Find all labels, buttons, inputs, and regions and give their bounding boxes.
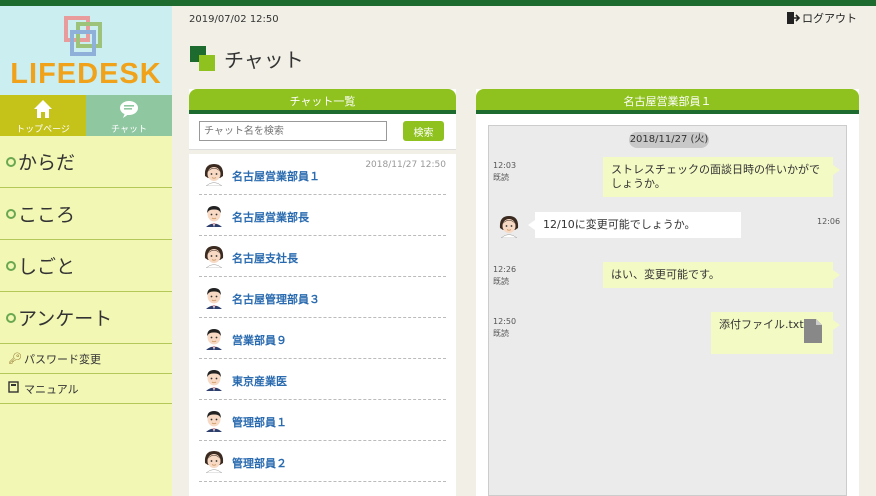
menu-item-password-change[interactable]: 🔑︎ パスワード変更 (0, 344, 172, 374)
chat-detail-header: 名古屋営業部員１ (476, 89, 859, 114)
message-area[interactable]: 2018/11/27 (火) 12:03 既読 ストレスチェックの面談日時の件い… (488, 125, 847, 496)
sub-item-label: パスワード変更 (24, 352, 101, 366)
chat-search-input[interactable] (199, 121, 387, 141)
book-icon (8, 381, 22, 396)
tab-top-page-label: トップページ (16, 125, 70, 135)
message-read-status: 既読 (493, 173, 509, 182)
chat-list: 名古屋営業部員１ 2018/11/27 12:50 名古屋営業部長 名古屋支社長 名古屋… (189, 154, 456, 482)
tab-top-page[interactable]: トップページ (0, 95, 86, 136)
female-avatar-icon (499, 216, 519, 238)
bullet-icon (6, 312, 16, 323)
male-avatar-icon (206, 411, 222, 432)
search-row: 検索 (189, 114, 456, 150)
chat-list-panel: チャット一覧 検索 名古屋営業部員１2018/11/27 12:50名古屋営業部… (189, 89, 456, 496)
message-time: 12:50 (493, 317, 517, 326)
chat-list-item[interactable]: 営業部員９ (199, 318, 446, 359)
logo-area: LIFEDESK (0, 6, 172, 95)
chat-list-item[interactable]: 管理部員２ (199, 441, 446, 482)
menu-item-label: こころ (18, 204, 76, 226)
message-read-status: 既読 (493, 329, 509, 338)
sidebar: LIFEDESK トップページ チャット からだ こころ しごと アンケート 🔑… (0, 6, 172, 496)
logout-label: ログアウト (802, 12, 857, 25)
chat-list-item[interactable]: 管理部員１ (199, 400, 446, 441)
chat-page-icon (190, 45, 216, 72)
chat-list-item-name[interactable]: 管理部員１ (232, 414, 287, 430)
menu-item-shigoto[interactable]: しごと (0, 240, 172, 292)
chat-list-item-timestamp: 2018/11/27 12:50 (365, 160, 446, 170)
tab-chat[interactable]: チャット (86, 95, 172, 136)
message-meta: 12:50 既読 (493, 316, 516, 340)
chat-list-item[interactable]: 名古屋管理部員３ (199, 277, 446, 318)
message-bubble-outgoing[interactable]: はい、変更可能です。 (603, 262, 840, 288)
chat-list-item-name[interactable]: 東京産業医 (232, 373, 287, 389)
male-avatar-icon (206, 288, 222, 309)
nav-tabs: トップページ チャット (0, 95, 172, 136)
sub-item-label: マニュアル (24, 382, 79, 396)
message-time: 12:06 (817, 217, 841, 226)
logo-mark-icon (64, 16, 102, 56)
message-meta: 12:03 既読 (493, 160, 516, 184)
message-bubble-incoming[interactable]: 12/10に変更可能でしょうか。 (528, 212, 741, 238)
message-time: 12:26 (493, 265, 517, 274)
chat-list-item[interactable]: 名古屋営業部員１ 2018/11/27 12:50 (199, 154, 446, 195)
message-bubble-attachment[interactable]: 添付ファイル.txt (711, 312, 840, 354)
message-time: 12:03 (493, 161, 517, 170)
chat-list-header: チャット一覧 (189, 89, 456, 114)
file-icon (804, 319, 822, 343)
chat-list-item-name[interactable]: 営業部員９ (232, 332, 287, 348)
chat-list-item-name[interactable]: 名古屋管理部員３ (232, 291, 320, 307)
male-avatar-icon (206, 206, 222, 227)
bullet-icon (6, 208, 16, 219)
female-avatar-icon (204, 164, 224, 186)
chat-list-item-name[interactable]: 管理部員２ (232, 455, 287, 471)
female-avatar-icon (204, 246, 224, 268)
attachment-filename[interactable]: 添付ファイル.txt (719, 318, 804, 331)
menu-item-manual[interactable]: マニュアル (0, 374, 172, 404)
menu-item-label: アンケート (18, 308, 113, 330)
logout-icon (787, 12, 800, 24)
message-bubble-outgoing[interactable]: ストレスチェックの面談日時の件いかがでしょうか。 (603, 157, 840, 197)
key-icon: 🔑︎ (8, 352, 22, 365)
menu-item-kokoro[interactable]: こころ (0, 188, 172, 240)
message-meta: 12:26 既読 (493, 264, 516, 288)
chat-list-item-name[interactable]: 名古屋営業部員１ (232, 168, 320, 184)
search-button[interactable]: 検索 (403, 121, 444, 141)
male-avatar-icon (206, 329, 222, 350)
chat-list-item[interactable]: 東京産業医 (199, 359, 446, 400)
current-datetime: 2019/07/02 12:50 (189, 14, 279, 25)
chat-list-item[interactable]: 名古屋支社長 (199, 236, 446, 277)
tab-chat-label: チャット (111, 125, 147, 135)
menu-item-label: しごと (18, 256, 76, 278)
chat-detail-panel: 名古屋営業部員１ 2018/11/27 (火) 12:03 既読 ストレスチェッ… (476, 89, 859, 496)
chat-icon (120, 101, 138, 118)
home-icon (34, 100, 52, 118)
chat-list-item[interactable]: 名古屋営業部長 (199, 195, 446, 236)
bullet-icon (6, 156, 16, 167)
menu-item-karada[interactable]: からだ (0, 136, 172, 188)
page-title-text: チャット (224, 48, 304, 72)
chat-list-item-name[interactable]: 名古屋支社長 (232, 250, 298, 266)
date-chip: 2018/11/27 (火) (629, 132, 709, 148)
logout-button[interactable]: ログアウト (786, 10, 857, 26)
logo-text[interactable]: LIFEDESK (0, 58, 172, 91)
message-read-status: 既読 (493, 277, 509, 286)
bullet-icon (6, 260, 16, 271)
female-avatar-icon (204, 451, 224, 473)
male-avatar-icon (206, 370, 222, 391)
page-title: チャット (190, 44, 304, 73)
chat-list-item-name[interactable]: 名古屋営業部長 (232, 209, 309, 225)
menu-item-label: からだ (18, 152, 76, 174)
menu-item-survey[interactable]: アンケート (0, 292, 172, 344)
